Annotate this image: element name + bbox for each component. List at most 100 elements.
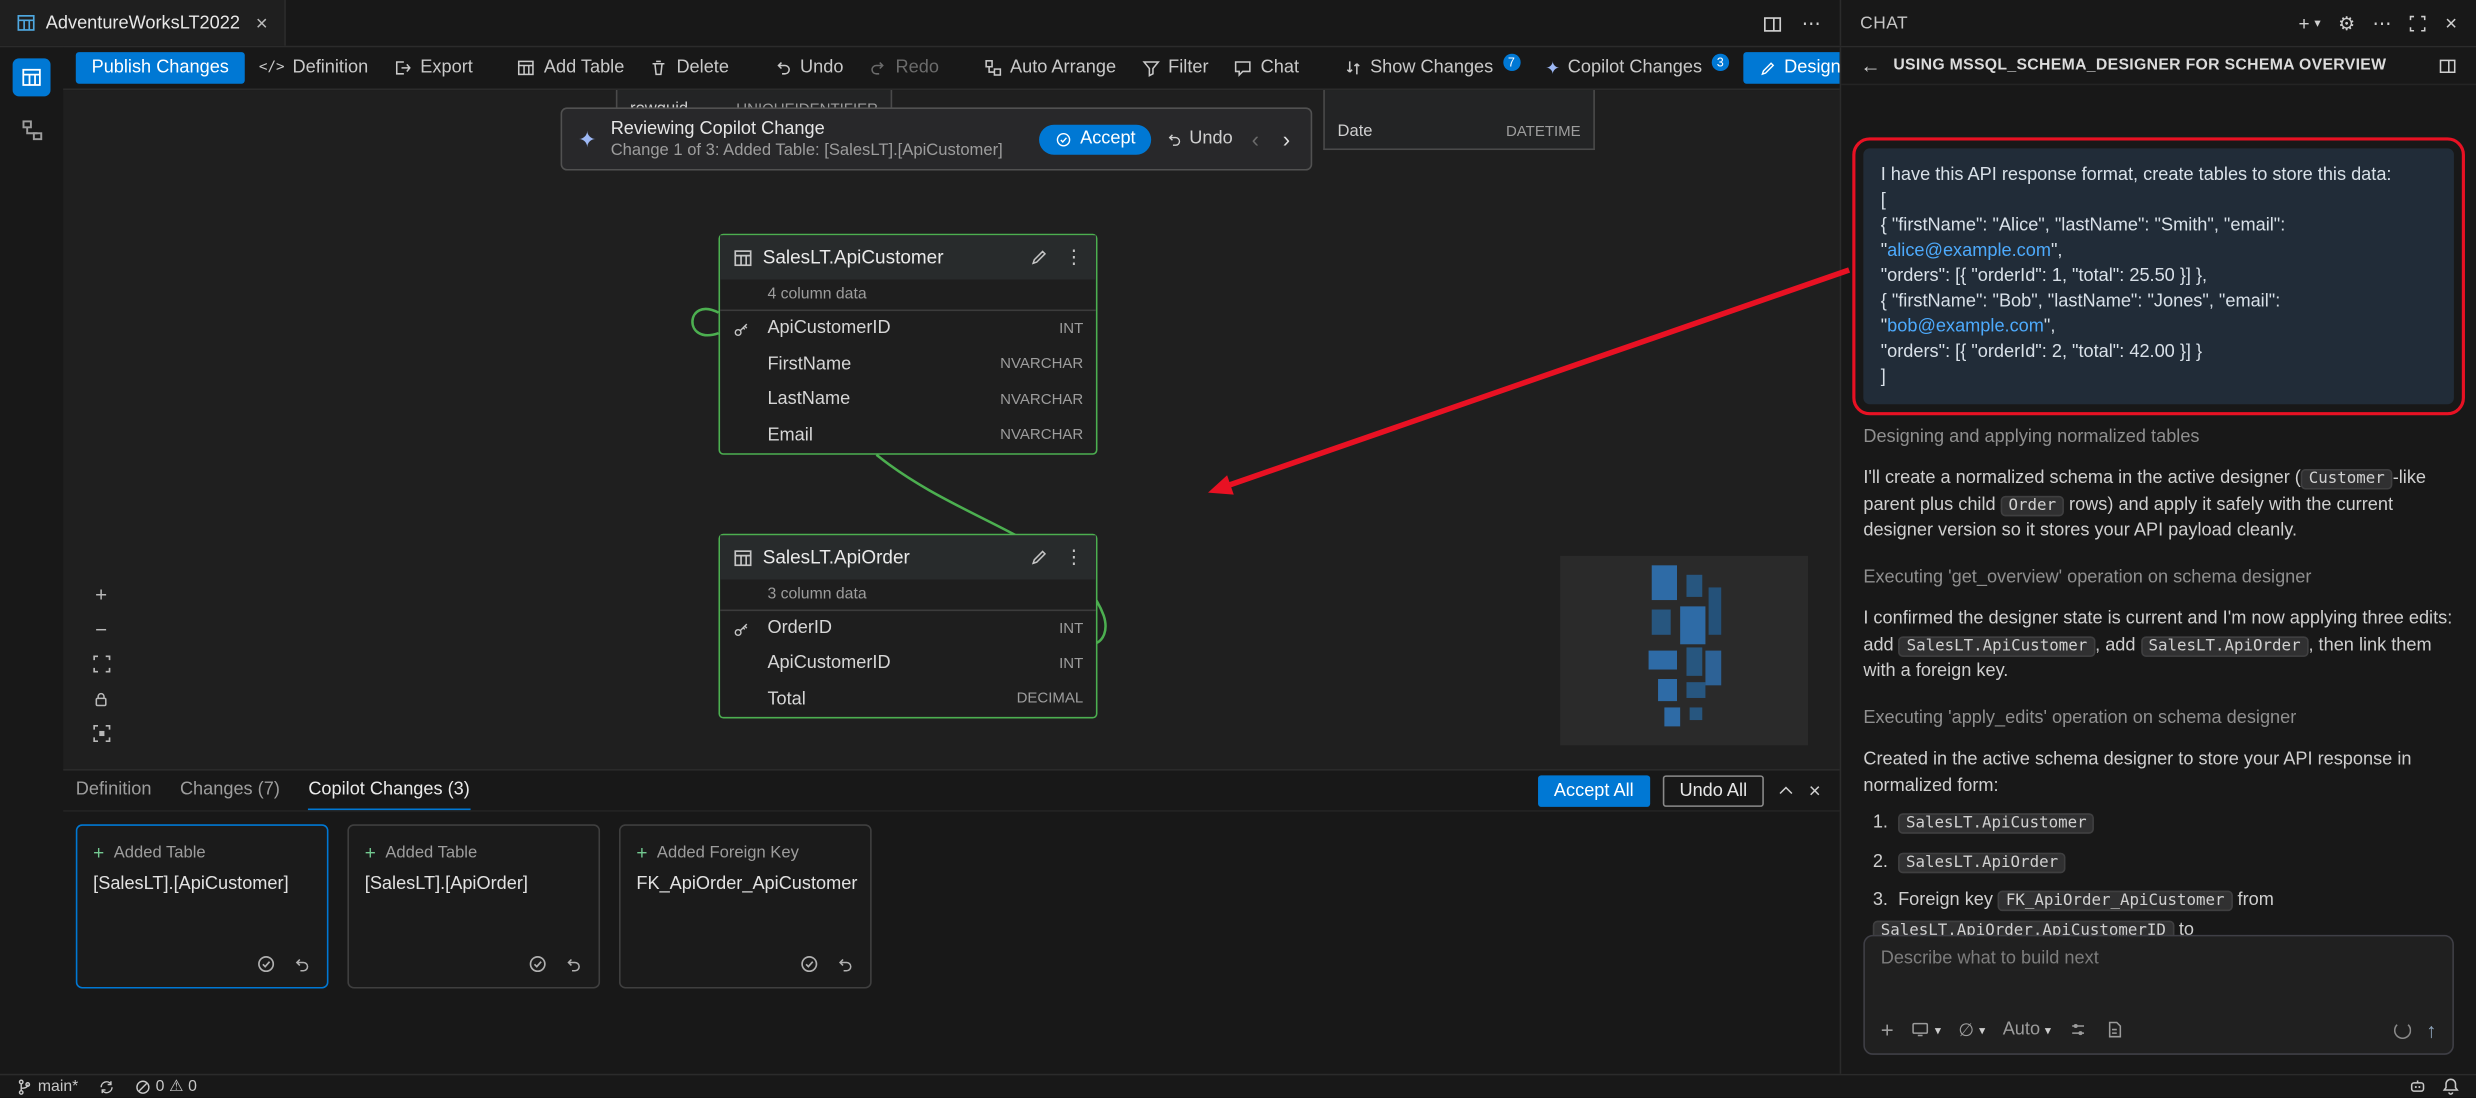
branch-indicator[interactable]: main* (16, 1078, 78, 1095)
new-chat-icon[interactable]: +▾ (2299, 12, 2321, 34)
zoom-in-button[interactable]: + (88, 583, 113, 607)
panel-close-icon[interactable]: × (1809, 778, 1821, 802)
add-context-icon[interactable]: + (1881, 1017, 1894, 1042)
table-card-apiorder[interactable]: SalesLT.ApiOrder ⋮ 3 column data OrderID… (718, 534, 1097, 719)
trash-icon (650, 58, 669, 77)
chat-panel: ← USING MSSQL_SCHEMA_DESIGNER FOR SCHEMA… (1840, 47, 2476, 1073)
chat-button[interactable]: Chat (1223, 54, 1310, 82)
tab-changes[interactable]: Changes (7) (180, 771, 280, 810)
back-icon[interactable]: ← (1860, 54, 1881, 78)
lock-button[interactable] (88, 687, 113, 711)
inline-code: Order (2001, 495, 2064, 516)
list-item: 2.SalesLT.ApiOrder (1863, 848, 2454, 877)
chat-more-icon[interactable]: ⋯ (2372, 12, 2391, 34)
split-editor-icon[interactable] (1762, 12, 1783, 35)
tab-definition[interactable]: Definition (76, 771, 152, 810)
redo-button[interactable]: Redo (858, 54, 950, 82)
toast-undo-button[interactable]: Undo (1166, 129, 1233, 148)
schema-explorer-view-icon[interactable] (13, 111, 51, 149)
accept-all-button[interactable]: Accept All (1538, 775, 1649, 807)
publish-changes-button[interactable]: Publish Changes (76, 52, 245, 84)
change-card-apicustomer[interactable]: +Added Table [SalesLT].[ApiCustomer] (76, 824, 329, 988)
prev-change-icon[interactable]: ‹ (1247, 126, 1264, 151)
column-row[interactable]: ApiCustomerIDINT (720, 311, 1096, 347)
auto-arrange-icon (983, 58, 1002, 77)
schema-canvas[interactable]: rowguidUNIQUEIDENTIFIER DateDATETIME (63, 90, 1839, 769)
email-link[interactable]: alice@example.com (1887, 242, 2051, 261)
zoom-out-button[interactable]: − (88, 617, 113, 641)
sync-icon[interactable] (97, 1078, 114, 1095)
export-button[interactable]: Export (382, 54, 483, 82)
next-change-icon[interactable]: › (1278, 126, 1295, 151)
delete-button[interactable]: Delete (639, 54, 740, 82)
chat-input-field[interactable] (1881, 949, 2437, 968)
top-bar: AdventureWorksLT2022 × ⋯ CHAT +▾ ⚙ ⋯ × (0, 0, 2476, 47)
show-changes-button[interactable]: Show Changes7 (1332, 54, 1531, 82)
undo-icon (1166, 130, 1183, 147)
table-menu-icon[interactable]: ⋮ (1064, 546, 1083, 568)
table-card-apicustomer[interactable]: SalesLT.ApiCustomer ⋮ 4 column data ApiC… (718, 234, 1097, 455)
copilot-changes-button[interactable]: ✦Copilot Changes3 (1534, 53, 1740, 83)
diff-added-icon: + (636, 842, 647, 864)
bell-icon[interactable] (2441, 1077, 2460, 1096)
editor-more-icon[interactable]: ⋯ (1802, 12, 1821, 34)
panel-maximize-icon[interactable] (1777, 781, 1796, 800)
chat-input-box: + ▾ ∅▾ Auto▾ ↑ (1863, 935, 2454, 1055)
gear-icon[interactable]: ⚙ (2338, 12, 2355, 34)
model-picker[interactable]: Auto▾ (2003, 1020, 2051, 1039)
tab-copilot-changes[interactable]: Copilot Changes (3) (308, 771, 470, 810)
column-row[interactable]: LastNameNVARCHAR (720, 382, 1096, 418)
change-card-apiorder[interactable]: +Added Table [SalesLT].[ApiOrder] (347, 824, 600, 988)
table-menu-icon[interactable]: ⋮ (1064, 246, 1083, 268)
schema-designer-view-icon[interactable] (13, 58, 51, 96)
minimap-block (1690, 707, 1703, 720)
table-icon (733, 547, 754, 568)
tab-close-icon[interactable]: × (256, 11, 268, 35)
mode-picker[interactable]: ∅▾ (1958, 1019, 1985, 1041)
open-in-editor-icon[interactable] (2438, 54, 2457, 76)
send-icon[interactable]: ↑ (2426, 1018, 2436, 1042)
tab-schema-designer[interactable]: AdventureWorksLT2022 × (0, 0, 285, 46)
close-chat-icon[interactable]: × (2445, 11, 2457, 35)
change-card-foreign-key[interactable]: +Added Foreign Key FK_ApiOrder_ApiCustom… (619, 824, 872, 988)
undo-change-icon[interactable] (564, 952, 583, 975)
undo-change-icon[interactable] (835, 952, 854, 975)
undo-button[interactable]: Undo (762, 54, 854, 82)
column-row[interactable]: TotalDECIMAL (720, 682, 1096, 717)
email-link[interactable]: bob@example.com (1887, 317, 2044, 336)
definition-button[interactable]: </>Definition (248, 54, 379, 82)
edit-table-icon[interactable] (1030, 548, 1049, 567)
column-row[interactable]: OrderIDINT (720, 611, 1096, 646)
accept-change-icon[interactable] (256, 952, 277, 975)
filter-button[interactable]: Filter (1130, 54, 1219, 82)
chat-history[interactable]: I have this API response format, create … (1841, 85, 2476, 1074)
undo-change-icon[interactable] (292, 952, 311, 975)
undo-all-button[interactable]: Undo All (1662, 775, 1764, 807)
accept-button[interactable]: Accept (1039, 124, 1151, 154)
problems-indicator[interactable]: 0 ⚠ 0 (134, 1078, 197, 1095)
warning-icon: ⚠ (169, 1078, 183, 1095)
edit-table-icon[interactable] (1030, 248, 1049, 267)
instructions-icon[interactable] (2105, 1020, 2124, 1039)
tools-icon[interactable] (2069, 1020, 2088, 1039)
copilot-icon[interactable] (2408, 1077, 2427, 1096)
column-row[interactable]: ApiCustomerIDINT (720, 646, 1096, 681)
auto-arrange-button[interactable]: Auto Arrange (972, 54, 1127, 82)
minimap-block (1709, 587, 1722, 634)
minimap-block (1664, 707, 1680, 726)
app-window: AdventureWorksLT2022 × ⋯ CHAT +▾ ⚙ ⋯ × (0, 0, 2476, 1097)
column-row[interactable]: EmailNVARCHAR (720, 418, 1096, 454)
expand-chat-icon[interactable] (2409, 12, 2428, 34)
minimap[interactable] (1560, 556, 1808, 745)
fit-view-button[interactable] (88, 722, 113, 746)
accept-change-icon[interactable] (799, 952, 820, 975)
table-title: SalesLT.ApiCustomer (763, 246, 944, 268)
accept-change-icon[interactable] (527, 952, 548, 975)
add-table-button[interactable]: Add Table (506, 54, 635, 82)
device-picker[interactable]: ▾ (1911, 1020, 1941, 1039)
inline-code: SalesLT.ApiOrder (2141, 636, 2309, 657)
column-row[interactable]: FirstNameNVARCHAR (720, 347, 1096, 383)
copilot-changes-badge: 3 (1712, 53, 1729, 70)
filter-icon (1141, 58, 1160, 77)
fullscreen-button[interactable] (88, 652, 113, 676)
